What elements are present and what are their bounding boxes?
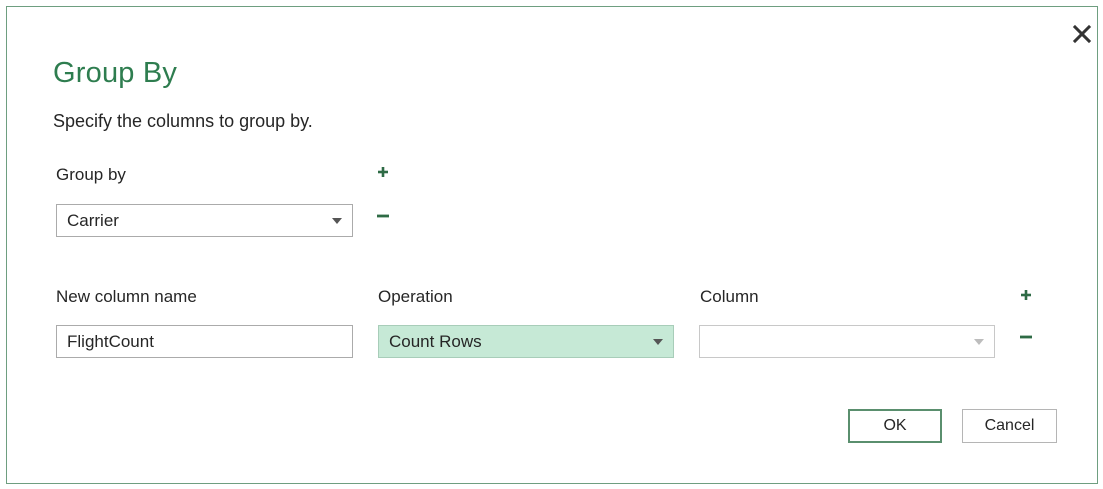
dialog-title: Group By <box>53 57 178 89</box>
cancel-button[interactable]: Cancel <box>962 409 1057 443</box>
new-column-name-input-box[interactable] <box>56 325 353 358</box>
dialog-subtitle: Specify the columns to group by. <box>53 111 313 131</box>
add-group-button[interactable] <box>375 164 391 180</box>
operation-selected-value: Count Rows <box>389 331 482 351</box>
new-column-name-input[interactable] <box>67 331 342 352</box>
plus-icon <box>1021 290 1031 300</box>
add-aggregation-button[interactable] <box>1018 287 1034 303</box>
ok-button[interactable]: OK <box>848 409 942 443</box>
minus-icon <box>377 214 389 218</box>
chevron-down-icon <box>332 217 342 224</box>
column-select[interactable] <box>699 325 995 358</box>
operation-select[interactable]: Count Rows <box>378 325 674 358</box>
chevron-down-icon <box>653 338 663 345</box>
close-icon <box>1072 24 1092 44</box>
group-by-select[interactable]: Carrier <box>56 204 353 237</box>
operation-label: Operation <box>378 287 453 306</box>
group-by-selected-value: Carrier <box>67 210 119 230</box>
plus-icon <box>378 167 388 177</box>
minus-icon <box>1020 335 1032 339</box>
remove-group-button[interactable] <box>375 208 391 224</box>
group-by-dialog: Group By Specify the columns to group by… <box>6 6 1098 484</box>
close-button[interactable] <box>1070 22 1094 46</box>
chevron-down-icon <box>974 338 984 345</box>
group-by-label: Group by <box>56 165 126 184</box>
remove-aggregation-button[interactable] <box>1018 329 1034 345</box>
new-column-name-label: New column name <box>56 287 197 306</box>
column-label: Column <box>700 287 759 306</box>
